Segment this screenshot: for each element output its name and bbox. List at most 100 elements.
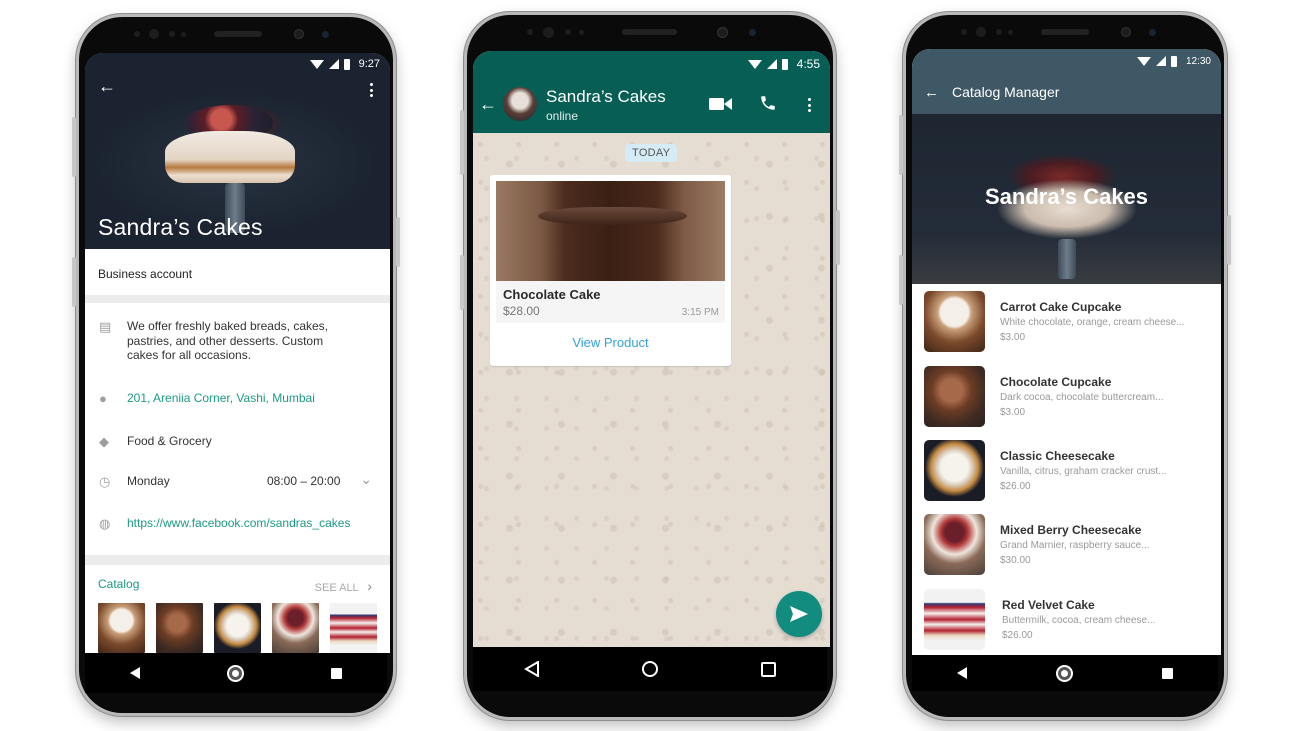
status-bar: 4:55: [473, 53, 830, 75]
catalog-label: Catalog: [98, 577, 140, 591]
phone-catalog-manager: 12:30 ← Catalog Manager Sandra’s Cakes C…: [899, 12, 1231, 720]
phone-chat: 4:55 ← Sandra’s Cakes online TODAY Choco…: [460, 12, 840, 720]
product-name: Chocolate Cake: [503, 287, 601, 302]
catalog-item-list: Carrot Cake Cupcake White chocolate, ora…: [912, 284, 1221, 655]
item-thumbnail: [924, 366, 985, 427]
section-divider: [85, 555, 390, 565]
catalog-business-name: Sandra’s Cakes: [984, 184, 1149, 209]
message-time: 3:15 PM: [681, 307, 719, 318]
view-product-button[interactable]: View Product: [490, 335, 731, 350]
catalog-item[interactable]: Classic Cheesecake Vanilla, citrus, grah…: [912, 433, 1221, 507]
item-description: Vanilla, citrus, graham cracker crust...: [1000, 466, 1167, 477]
store-icon: ▤: [99, 319, 112, 334]
tag-icon: ◆: [99, 434, 109, 449]
item-description: Dark cocoa, chocolate buttercream...: [1000, 392, 1164, 403]
item-description: White chocolate, orange, cream cheese...: [1000, 317, 1185, 328]
nav-back-icon[interactable]: [129, 667, 140, 679]
side-button: [396, 217, 400, 267]
product-message-card[interactable]: Chocolate Cake $28.00 3:15 PM View Produ…: [490, 175, 731, 366]
catalog-section: Catalog SEE ALL ›: [85, 565, 390, 653]
business-cover-photo: 9:27 ← Sandra’s Cakes: [85, 53, 390, 249]
chat-header: 4:55 ← Sandra’s Cakes online: [473, 51, 830, 133]
catalog-item[interactable]: Mixed Berry Cheesecake Grand Marnier, ra…: [912, 507, 1221, 581]
see-all-link[interactable]: SEE ALL ›: [315, 578, 372, 594]
item-name: Classic Cheesecake: [1000, 449, 1115, 463]
chat-contact-name[interactable]: Sandra’s Cakes: [546, 87, 666, 107]
business-website[interactable]: https://www.facebook.com/sandras_cakes: [113, 516, 350, 531]
status-bar: 9:27: [85, 53, 390, 75]
battery-icon: [1170, 55, 1177, 67]
android-nav-bar: [912, 655, 1218, 691]
back-arrow-icon[interactable]: ←: [98, 77, 116, 95]
signal-icon: [1155, 56, 1166, 66]
android-nav-bar: [85, 653, 387, 693]
chat-background: TODAY Chocolate Cake $28.00 3:15 PM View…: [473, 133, 830, 647]
catalog-item[interactable]: Chocolate Cupcake Dark cocoa, chocolate …: [912, 359, 1221, 433]
side-button: [899, 115, 903, 175]
send-button[interactable]: [776, 591, 822, 637]
page-title: Catalog Manager: [952, 84, 1060, 100]
back-arrow-icon[interactable]: ←: [479, 95, 497, 113]
nav-recents-icon[interactable]: [1161, 667, 1173, 679]
marketing-stage: 9:27 ← Sandra’s Cakes Business account ▤…: [0, 0, 1300, 731]
address-row[interactable]: ● 201, Areniia Corner, Vashi, Mumbai: [85, 391, 390, 406]
android-nav-bar: [473, 647, 827, 691]
catalog-item[interactable]: Red Velvet Cake Buttermilk, cocoa, cream…: [912, 582, 1221, 655]
phone-call-icon[interactable]: [759, 94, 777, 112]
screen: 9:27 ← Sandra’s Cakes Business account ▤…: [85, 53, 390, 653]
chat-contact-status: online: [546, 109, 579, 123]
business-address[interactable]: 201, Areniia Corner, Vashi, Mumbai: [113, 391, 315, 406]
catalog-item[interactable]: Carrot Cake Cupcake White chocolate, ora…: [912, 284, 1221, 358]
nav-recents-icon[interactable]: [331, 667, 343, 679]
signal-icon: [766, 59, 777, 69]
hours-row[interactable]: ◷ Monday 08:00 – 20:00 ⌄: [85, 471, 390, 490]
product-info: Chocolate Cake $28.00 3:15 PM: [496, 281, 725, 323]
status-time: 4:55: [796, 57, 820, 71]
item-name: Mixed Berry Cheesecake: [1000, 523, 1142, 537]
description-row: ▤ We offer freshly baked breads, cakes, …: [85, 319, 390, 363]
catalog-manager-header: 12:30 ← Catalog Manager: [912, 49, 1221, 114]
contact-avatar[interactable]: [503, 87, 537, 121]
status-bar: 12:30: [912, 50, 1221, 72]
phone-sensors: [467, 23, 833, 53]
catalog-thumb-mixed-berry-cheesecake[interactable]: [272, 603, 319, 653]
catalog-thumb-carrot-cake-cupcake[interactable]: [98, 603, 145, 653]
item-name: Carrot Cake Cupcake: [1000, 300, 1122, 314]
item-price: $30.00: [1000, 555, 1031, 566]
chevron-down-icon[interactable]: ⌄: [360, 471, 372, 488]
catalog-thumb-red-velvet-cake[interactable]: [330, 603, 377, 653]
nav-home-icon[interactable]: [228, 666, 242, 680]
side-button: [72, 257, 76, 307]
product-price: $28.00: [503, 304, 540, 318]
account-type-section: Business account: [85, 249, 390, 295]
side-button: [460, 255, 464, 310]
screen: 12:30 ← Catalog Manager Sandra’s Cakes C…: [912, 49, 1221, 655]
more-options-icon[interactable]: [808, 98, 812, 115]
category-row: ◆ Food & Grocery: [85, 434, 390, 450]
side-button: [460, 110, 464, 175]
catalog-thumb-classic-cheesecake[interactable]: [214, 603, 261, 653]
side-button: [836, 210, 840, 265]
website-row[interactable]: ◍ https://www.facebook.com/sandras_cakes: [85, 516, 390, 532]
side-button: [1227, 215, 1231, 265]
catalog-cover-photo: Sandra’s Cakes: [912, 114, 1221, 284]
nav-home-icon[interactable]: [642, 661, 659, 677]
nav-back-icon[interactable]: [957, 667, 968, 679]
status-time: 9:27: [358, 58, 380, 70]
item-price: $3.00: [1000, 332, 1026, 343]
catalog-thumb-chocolate-cupcake[interactable]: [156, 603, 203, 653]
nav-recents-icon[interactable]: [760, 661, 776, 677]
video-call-icon[interactable]: [709, 97, 732, 111]
more-options-icon[interactable]: [370, 83, 374, 100]
item-description: Buttermilk, cocoa, cream cheese...: [1002, 615, 1156, 626]
chevron-right-icon: ›: [367, 578, 372, 594]
nav-back-icon[interactable]: [524, 661, 540, 677]
back-arrow-icon[interactable]: ←: [924, 84, 939, 102]
product-image[interactable]: [496, 181, 725, 281]
catalog-thumbnails: [98, 603, 377, 653]
section-divider: [85, 295, 390, 303]
phone-business-profile: 9:27 ← Sandra’s Cakes Business account ▤…: [72, 14, 400, 716]
nav-home-icon[interactable]: [1057, 666, 1071, 680]
wifi-icon: [309, 59, 324, 69]
business-info-section: ▤ We offer freshly baked breads, cakes, …: [85, 303, 390, 555]
